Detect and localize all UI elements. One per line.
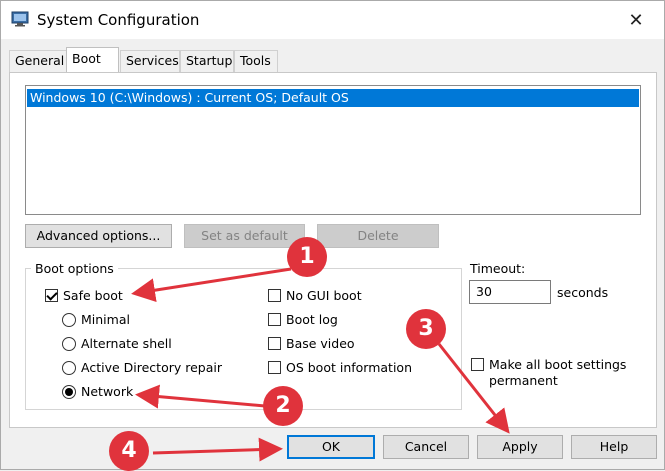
boot-log-label: Boot log — [286, 312, 338, 327]
tab-label: Startup — [186, 53, 233, 68]
tab-label: Tools — [240, 53, 271, 68]
delete-button[interactable]: Delete — [317, 224, 439, 248]
os-boot-information-label: OS boot information — [286, 360, 412, 375]
ok-button[interactable]: OK — [287, 435, 375, 459]
boot-options-label: Boot options — [31, 261, 118, 276]
annotation-badge-4: 4 — [109, 431, 149, 471]
no-gui-boot-label: No GUI boot — [286, 288, 362, 303]
safe-boot-checkbox[interactable] — [45, 289, 58, 302]
safe-boot-label: Safe boot — [63, 288, 123, 303]
os-list-item[interactable]: Windows 10 (C:\Windows) : Current OS; De… — [27, 89, 639, 107]
alternate-shell-radio[interactable] — [62, 337, 76, 351]
boot-log-checkbox[interactable] — [268, 313, 281, 326]
network-label: Network — [81, 384, 134, 399]
active-directory-repair-label: Active Directory repair — [81, 360, 222, 375]
annotation-badge-2: 2 — [263, 386, 303, 426]
tab-label: Services — [126, 53, 179, 68]
set-as-default-button[interactable]: Set as default — [184, 224, 305, 248]
close-icon: ✕ — [628, 9, 644, 31]
tab-services[interactable]: Services — [120, 50, 180, 72]
minimal-label: Minimal — [81, 312, 130, 327]
base-video-checkbox[interactable] — [268, 337, 281, 350]
make-permanent-checkbox[interactable] — [471, 358, 484, 371]
network-radio[interactable] — [62, 385, 76, 399]
base-video-label: Base video — [286, 336, 355, 351]
make-permanent-label-line1: Make all boot settings — [489, 357, 627, 372]
timeout-input[interactable]: 30 — [469, 280, 551, 304]
cancel-button[interactable]: Cancel — [383, 435, 469, 459]
system-config-app-icon — [11, 11, 29, 27]
title-bar: System Configuration ✕ — [1, 1, 664, 39]
help-button[interactable]: Help — [571, 435, 657, 459]
advanced-options-button[interactable]: Advanced options... — [25, 224, 172, 248]
tab-startup[interactable]: Startup — [180, 50, 234, 72]
active-directory-repair-radio[interactable] — [62, 361, 76, 375]
close-button[interactable]: ✕ — [616, 5, 656, 35]
annotation-badge-3: 3 — [406, 309, 446, 349]
window-title: System Configuration — [37, 11, 200, 29]
timeout-unit-label: seconds — [557, 285, 609, 300]
os-boot-information-checkbox[interactable] — [268, 361, 281, 374]
annotation-badge-1: 1 — [287, 237, 327, 277]
timeout-label: Timeout: — [470, 261, 526, 276]
tab-label: Boot — [72, 51, 101, 66]
make-permanent-label-line2: permanent — [489, 373, 558, 388]
tab-boot[interactable]: Boot — [66, 47, 119, 73]
arrow-4 — [152, 437, 283, 462]
os-list-box[interactable]: Windows 10 (C:\Windows) : Current OS; De… — [25, 85, 641, 215]
apply-button[interactable]: Apply — [477, 435, 563, 459]
tab-general[interactable]: General — [9, 50, 67, 72]
minimal-radio[interactable] — [62, 313, 76, 327]
system-configuration-window: System Configuration ✕ General Services … — [0, 0, 665, 471]
tab-tools[interactable]: Tools — [234, 50, 278, 72]
no-gui-boot-checkbox[interactable] — [268, 289, 281, 302]
alternate-shell-label: Alternate shell — [81, 336, 172, 351]
tab-label: General — [15, 53, 65, 68]
